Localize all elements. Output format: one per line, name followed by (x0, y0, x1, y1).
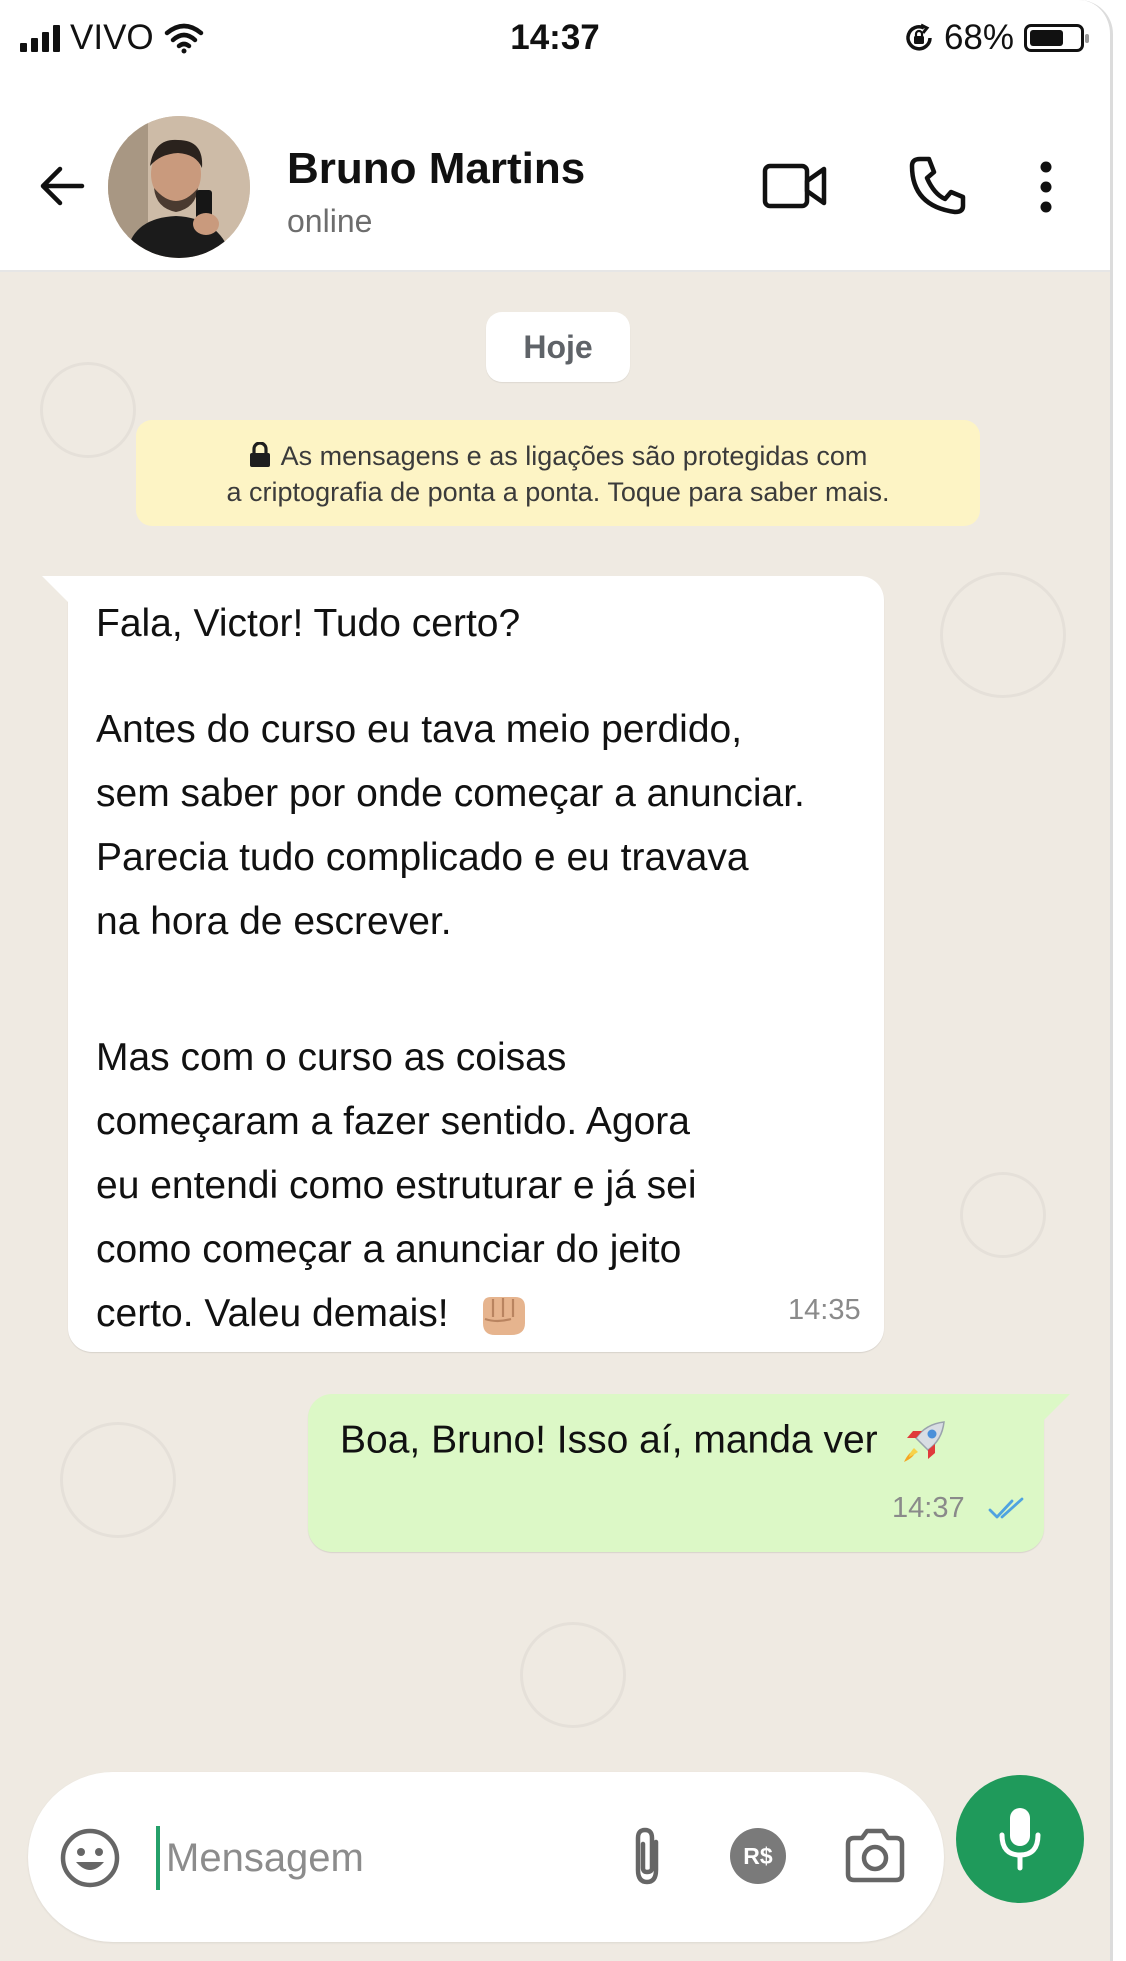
wallpaper-doodle (40, 362, 136, 458)
message-time: 14:35 (788, 1294, 861, 1326)
message-time: 14:37 (892, 1492, 965, 1524)
day-divider: Hoje (486, 312, 630, 382)
encryption-notice[interactable]: As mensagens e as ligações são protegida… (136, 420, 980, 526)
avatar[interactable] (108, 116, 250, 258)
message-line: eu entendi como estruturar e já sei (96, 1164, 697, 1207)
wallpaper-doodle (520, 1622, 626, 1728)
rotation-lock-icon (906, 23, 932, 51)
message-paragraph: Mas com o curso as coisas começaram a fa… (96, 1026, 876, 1346)
incoming-message-bubble[interactable]: Fala, Victor! Tudo certo? Antes do curso… (42, 576, 884, 1352)
payment-icon-label: R$ (743, 1842, 773, 1869)
wallpaper-doodle (940, 572, 1066, 698)
chat-header: Bruno Martins online (0, 78, 1110, 272)
status-bar: VIVO 14:37 68% (0, 0, 1110, 78)
outgoing-message-bubble[interactable]: Boa, Bruno! Isso aí, manda ver 14:37 (308, 1394, 1070, 1552)
payment-icon[interactable]: R$ (730, 1828, 786, 1884)
contact-presence: online (287, 203, 373, 239)
mic-button[interactable] (956, 1775, 1084, 1903)
video-call-icon[interactable] (762, 158, 828, 214)
avatar-photo (108, 116, 250, 258)
fist-bump-emoji (483, 1296, 526, 1335)
battery-percent: 68% (943, 18, 1014, 57)
wallpaper-doodle (60, 1422, 176, 1538)
read-receipt-icon (988, 1497, 1024, 1519)
mic-icon (999, 1808, 1041, 1871)
phone-icon[interactable] (906, 154, 966, 216)
attach-icon[interactable] (626, 1824, 670, 1890)
message-line: Antes do curso eu tava meio perdido, (96, 708, 743, 751)
emoji-icon[interactable] (58, 1826, 122, 1890)
message-line: Fala, Victor! Tudo certo? (96, 602, 521, 645)
encryption-line-1: As mensagens e as ligações são protegida… (156, 438, 960, 474)
contact-name[interactable]: Bruno Martins (287, 144, 585, 194)
message-line: começaram a fazer sentido. Agora (96, 1100, 690, 1143)
status-right: 68% (904, 18, 1089, 58)
message-text: Boa, Bruno! Isso aí, manda ver (340, 1418, 878, 1462)
battery-fill (1030, 30, 1063, 46)
message-line: Boa, Bruno! Isso aí, manda ver (340, 1418, 948, 1466)
encryption-text-2: a criptografia de ponta a ponta. Toque p… (226, 477, 890, 507)
message-paragraph: Fala, Victor! Tudo certo? (96, 592, 876, 656)
phone-screen: VIVO 14:37 68% Bruno Martins online Hoje… (0, 0, 1113, 1961)
bubble-tail (42, 576, 68, 602)
lock-icon (249, 442, 270, 467)
message-line: Parecia tudo complicado e eu travava (96, 836, 749, 879)
rocket-emoji (904, 1421, 946, 1462)
message-line-text: certo. Valeu demais! (96, 1292, 449, 1335)
battery-icon (1024, 24, 1089, 52)
message-composer: R$ (28, 1772, 944, 1942)
message-line: Mas com o curso as coisas (96, 1036, 567, 1079)
message-paragraph: Antes do curso eu tava meio perdido, sem… (96, 698, 876, 954)
encryption-text-1: As mensagens e as ligações são protegida… (280, 441, 868, 471)
wallpaper-doodle (960, 1172, 1046, 1258)
chat-area[interactable]: Hoje As mensagens e as ligações são prot… (0, 272, 1110, 1961)
bubble-tail (1044, 1394, 1070, 1420)
message-line: na hora de escrever. (96, 900, 452, 943)
back-arrow-icon[interactable] (34, 158, 90, 214)
camera-icon[interactable] (844, 1828, 906, 1884)
message-line: certo. Valeu demais! (96, 1282, 876, 1346)
more-options-icon[interactable] (1036, 160, 1056, 214)
message-line: sem saber por onde começar a anunciar. (96, 772, 805, 815)
message-input[interactable] (156, 1826, 606, 1890)
message-line: como começar a anunciar do jeito (96, 1228, 682, 1271)
